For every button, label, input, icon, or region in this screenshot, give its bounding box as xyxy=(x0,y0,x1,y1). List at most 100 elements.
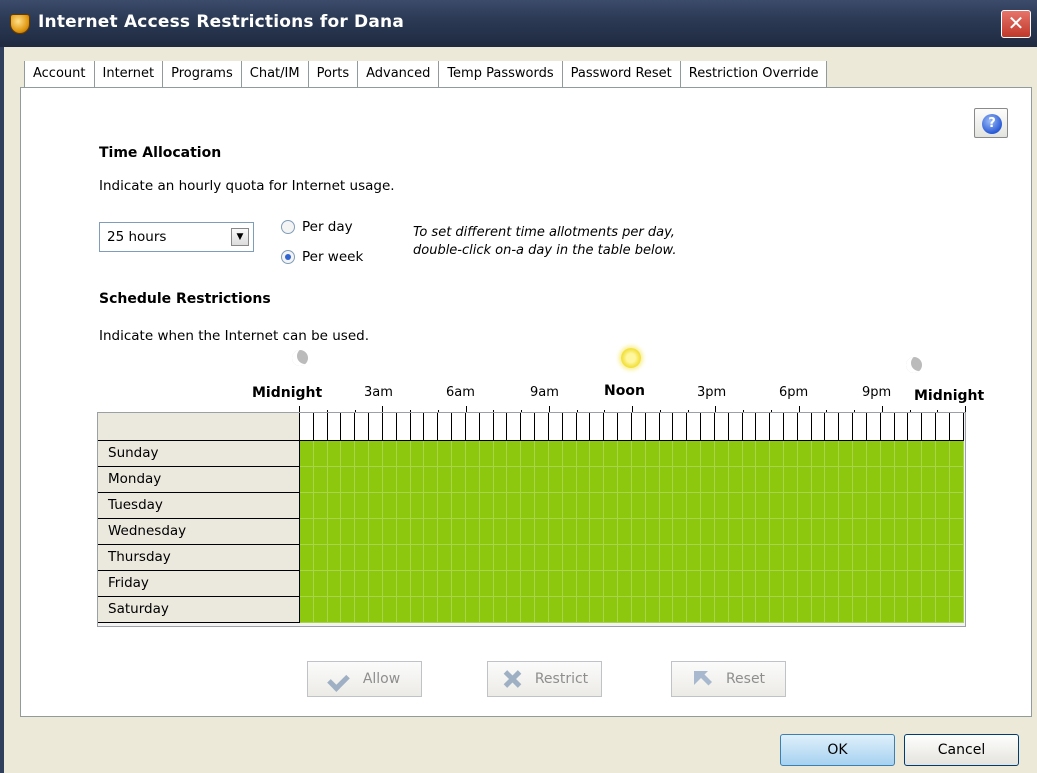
schedule-cell[interactable] xyxy=(618,519,632,545)
hour-header-cell[interactable] xyxy=(618,413,632,440)
schedule-cell[interactable] xyxy=(728,597,743,623)
hour-header-cell[interactable] xyxy=(728,413,743,440)
schedule-cell[interactable] xyxy=(521,519,536,545)
hour-header-cell[interactable] xyxy=(880,413,895,440)
schedule-cell[interactable] xyxy=(341,597,356,623)
schedule-cell[interactable] xyxy=(797,597,812,623)
schedule-cell[interactable] xyxy=(742,545,757,571)
allow-button[interactable]: Allow xyxy=(307,661,422,697)
per-week-radio[interactable]: Per week xyxy=(281,249,363,265)
schedule-cell[interactable] xyxy=(936,467,950,493)
schedule-cell[interactable] xyxy=(659,441,674,467)
schedule-cell[interactable] xyxy=(839,597,854,623)
schedule-cell[interactable] xyxy=(355,467,370,493)
schedule-cell[interactable] xyxy=(687,519,702,545)
schedule-cell[interactable] xyxy=(300,467,314,493)
schedule-cell[interactable] xyxy=(936,597,950,623)
hour-header-cell[interactable] xyxy=(604,413,619,440)
schedule-cell[interactable] xyxy=(604,467,619,493)
hour-header-cell[interactable] xyxy=(839,413,854,440)
schedule-cell[interactable] xyxy=(770,571,784,597)
schedule-cell[interactable] xyxy=(618,467,632,493)
schedule-cell[interactable] xyxy=(631,441,646,467)
schedule-cell[interactable] xyxy=(535,441,549,467)
schedule-cell[interactable] xyxy=(687,493,702,519)
schedule-cell[interactable] xyxy=(341,545,356,571)
schedule-cell[interactable] xyxy=(908,493,923,519)
schedule-cell[interactable] xyxy=(825,493,840,519)
schedule-cell[interactable] xyxy=(742,597,757,623)
schedule-cell[interactable] xyxy=(811,493,826,519)
schedule-cell[interactable] xyxy=(701,519,715,545)
schedule-cell[interactable] xyxy=(714,519,729,545)
schedule-cell[interactable] xyxy=(631,493,646,519)
schedule-cell[interactable] xyxy=(645,519,660,545)
ok-button[interactable]: OK xyxy=(780,734,895,766)
schedule-cell[interactable] xyxy=(493,571,508,597)
schedule-cell[interactable] xyxy=(355,493,370,519)
schedule-cell[interactable] xyxy=(714,597,729,623)
schedule-cell[interactable] xyxy=(659,467,674,493)
schedule-cell[interactable] xyxy=(673,519,688,545)
tab-internet[interactable]: Internet xyxy=(94,61,164,87)
hour-header-cell[interactable] xyxy=(521,413,536,440)
schedule-cell[interactable] xyxy=(576,519,591,545)
schedule-cell[interactable] xyxy=(507,571,522,597)
schedule-cell[interactable] xyxy=(659,545,674,571)
schedule-cell[interactable] xyxy=(701,597,715,623)
schedule-cell[interactable] xyxy=(493,467,508,493)
schedule-cell[interactable] xyxy=(382,441,397,467)
schedule-cell[interactable] xyxy=(535,519,549,545)
schedule-cell[interactable] xyxy=(714,545,729,571)
schedule-cell[interactable] xyxy=(770,467,784,493)
schedule-cell[interactable] xyxy=(396,519,411,545)
schedule-cell[interactable] xyxy=(341,467,356,493)
hour-header-cell[interactable] xyxy=(949,413,964,440)
hour-header-cell[interactable] xyxy=(548,413,563,440)
schedule-cell[interactable] xyxy=(714,467,729,493)
schedule-cell[interactable] xyxy=(355,571,370,597)
schedule-cell[interactable] xyxy=(714,493,729,519)
schedule-cell[interactable] xyxy=(438,545,453,571)
schedule-cell[interactable] xyxy=(880,545,895,571)
schedule-cell[interactable] xyxy=(922,441,937,467)
schedule-cell[interactable] xyxy=(853,493,867,519)
tab-chat-im[interactable]: Chat/IM xyxy=(241,61,309,87)
hour-header-row[interactable] xyxy=(300,413,964,441)
schedule-cell[interactable] xyxy=(479,441,494,467)
schedule-cell[interactable] xyxy=(783,571,798,597)
schedule-row-saturday[interactable]: Saturday xyxy=(98,597,964,623)
schedule-cell[interactable] xyxy=(880,467,895,493)
schedule-cell[interactable] xyxy=(493,545,508,571)
schedule-cell[interactable] xyxy=(714,571,729,597)
schedule-cell[interactable] xyxy=(853,467,867,493)
schedule-cell[interactable] xyxy=(839,519,854,545)
help-button[interactable]: ? xyxy=(974,108,1008,138)
schedule-cell[interactable] xyxy=(562,493,577,519)
schedule-cell[interactable] xyxy=(590,597,605,623)
schedule-cell[interactable] xyxy=(507,597,522,623)
schedule-cell[interactable] xyxy=(908,467,923,493)
schedule-cell[interactable] xyxy=(452,493,466,519)
schedule-cell[interactable] xyxy=(576,597,591,623)
schedule-cell[interactable] xyxy=(756,571,771,597)
schedule-cell[interactable] xyxy=(797,545,812,571)
schedule-cell[interactable] xyxy=(770,441,784,467)
schedule-cell[interactable] xyxy=(382,597,397,623)
schedule-cell[interactable] xyxy=(645,545,660,571)
schedule-cell[interactable] xyxy=(922,571,937,597)
schedule-cell[interactable] xyxy=(949,519,964,545)
schedule-cell[interactable] xyxy=(562,467,577,493)
schedule-cell[interactable] xyxy=(922,545,937,571)
schedule-cell[interactable] xyxy=(382,571,397,597)
schedule-cell[interactable] xyxy=(465,467,480,493)
schedule-cell[interactable] xyxy=(562,545,577,571)
schedule-cell[interactable] xyxy=(936,545,950,571)
schedule-cell[interactable] xyxy=(327,571,342,597)
hour-header-cell[interactable] xyxy=(742,413,757,440)
hour-header-cell[interactable] xyxy=(673,413,688,440)
schedule-cell[interactable] xyxy=(894,467,909,493)
schedule-cell[interactable] xyxy=(396,441,411,467)
schedule-cell[interactable] xyxy=(839,571,854,597)
schedule-cell[interactable] xyxy=(742,467,757,493)
